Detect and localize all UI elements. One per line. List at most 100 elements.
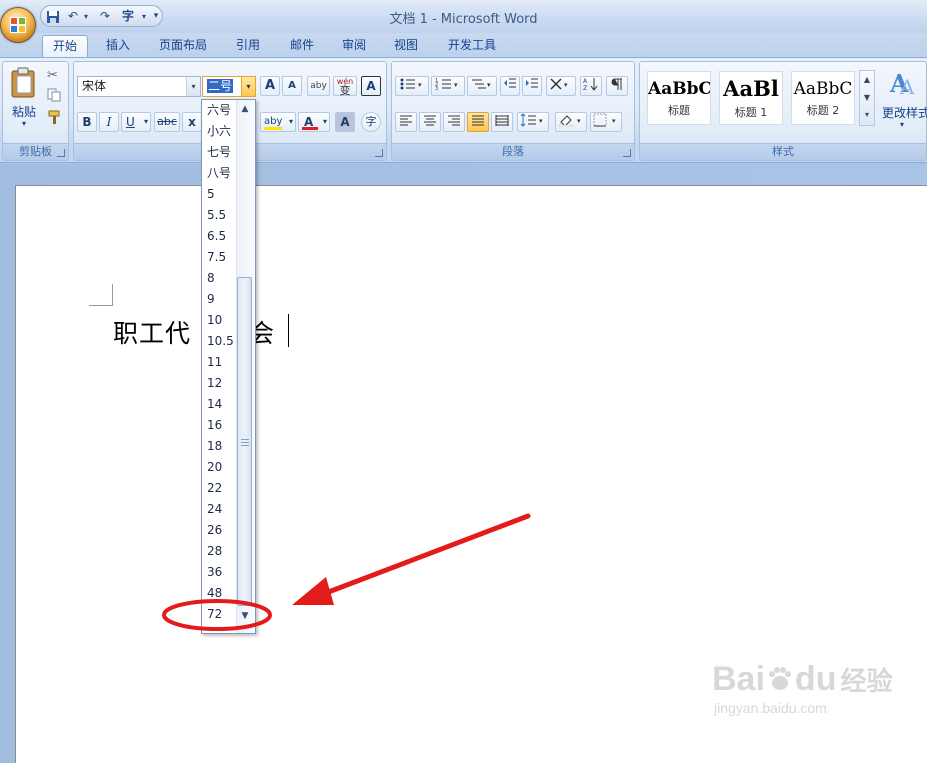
styles-scroll-down-icon[interactable]: ▼ xyxy=(860,89,874,107)
distributed-button[interactable] xyxy=(491,112,513,132)
styles-gallery-scroll[interactable]: ▲ ▼ ▾ xyxy=(859,70,875,126)
tab-view[interactable]: 视图 xyxy=(384,35,428,58)
undo-dropdown-icon[interactable]: ▾ xyxy=(81,8,91,25)
subscript-button[interactable]: x xyxy=(182,112,202,132)
font-size-option[interactable]: 24 xyxy=(205,499,238,520)
highlight-dropdown-icon[interactable]: ▾ xyxy=(289,113,293,131)
increase-indent-button[interactable] xyxy=(522,76,542,96)
tab-page-layout[interactable]: 页面布局 xyxy=(150,35,216,58)
scroll-up-arrow-icon[interactable]: ▲ xyxy=(236,101,254,117)
show-paragraph-marks-button[interactable] xyxy=(606,76,628,96)
font-size-option[interactable]: 28 xyxy=(205,541,238,562)
italic-button[interactable]: I xyxy=(99,112,119,132)
line-spacing-button[interactable]: ▾ xyxy=(517,112,549,132)
font-size-option[interactable]: 18 xyxy=(205,436,238,457)
align-right-button[interactable] xyxy=(443,112,465,132)
change-styles-button[interactable]: AA 更改样式 ▾ xyxy=(880,66,927,136)
font-name-dropdown-icon[interactable]: ▾ xyxy=(186,77,200,96)
tab-review[interactable]: 审阅 xyxy=(332,35,376,58)
font-size-option[interactable]: 小六 xyxy=(205,121,238,142)
paste-button[interactable]: 粘贴 ▾ xyxy=(6,65,42,128)
scroll-down-arrow-icon[interactable]: ▼ xyxy=(236,608,254,624)
font-name-combo[interactable]: 宋体 ▾ xyxy=(77,76,201,97)
sort-button[interactable]: AZ xyxy=(580,76,602,96)
undo-icon[interactable]: ↶ xyxy=(65,8,81,25)
office-button[interactable] xyxy=(0,7,36,43)
style-heading-2-sample: AaBbC xyxy=(793,79,853,99)
align-center-button[interactable] xyxy=(419,112,441,132)
font-size-option[interactable]: 六号 xyxy=(205,100,238,121)
font-size-option[interactable]: 11 xyxy=(205,352,238,373)
tab-references[interactable]: 引用 xyxy=(226,35,270,58)
save-icon[interactable] xyxy=(45,8,61,25)
underline-button[interactable]: U ▾ xyxy=(121,112,151,132)
styles-more-icon[interactable]: ▾ xyxy=(860,107,874,123)
customize-toolbar-icon[interactable]: ▾ xyxy=(151,8,161,25)
spelling-icon[interactable]: 字 xyxy=(119,8,137,25)
redo-icon[interactable]: ↷ xyxy=(97,8,113,25)
shrink-font-button[interactable]: A xyxy=(282,76,302,96)
highlight-label: aby xyxy=(264,116,283,127)
paste-dropdown-icon[interactable]: ▾ xyxy=(6,119,42,128)
font-size-option[interactable]: 14 xyxy=(205,394,238,415)
underline-dropdown-icon[interactable]: ▾ xyxy=(144,113,148,131)
strikethrough-button[interactable]: abc xyxy=(154,112,180,132)
font-color-button[interactable]: A ▾ xyxy=(298,112,330,132)
font-size-option[interactable]: 9 xyxy=(205,289,238,310)
format-painter-icon[interactable] xyxy=(47,109,65,125)
phonetic-guide-button[interactable]: wén 变 xyxy=(333,76,357,96)
font-size-option[interactable]: 20 xyxy=(205,457,238,478)
highlight-button[interactable]: aby ▾ xyxy=(260,112,296,132)
font-size-option[interactable]: 16 xyxy=(205,415,238,436)
font-size-option[interactable]: 6.5 xyxy=(205,226,238,247)
decrease-indent-button[interactable] xyxy=(500,76,520,96)
multilevel-list-button[interactable]: ▾ xyxy=(467,76,497,96)
numbering-button[interactable]: 1 2 3 ▾ xyxy=(431,76,465,96)
font-size-option[interactable]: 22 xyxy=(205,478,238,499)
font-size-option[interactable]: 72 xyxy=(205,604,238,625)
change-styles-dropdown-icon[interactable]: ▾ xyxy=(900,120,904,129)
style-heading-2[interactable]: AaBbC 标题 2 xyxy=(791,71,855,125)
tab-mailings[interactable]: 邮件 xyxy=(280,35,324,58)
font-size-option[interactable]: 12 xyxy=(205,373,238,394)
tab-developer[interactable]: 开发工具 xyxy=(440,35,504,58)
font-size-dropdown-icon[interactable]: ▾ xyxy=(241,77,255,96)
font-size-option[interactable]: 26 xyxy=(205,520,238,541)
font-launcher-icon[interactable] xyxy=(375,149,383,157)
font-size-option[interactable]: 七号 xyxy=(205,142,238,163)
borders-button[interactable]: ▾ xyxy=(590,112,622,132)
font-size-option[interactable]: 八号 xyxy=(205,163,238,184)
clear-formatting-button[interactable]: aby xyxy=(307,76,330,96)
spelling-dropdown-icon[interactable]: ▾ xyxy=(139,8,149,25)
style-title[interactable]: AaBbC 标题 xyxy=(647,71,711,125)
shading-button[interactable]: ▾ xyxy=(555,112,587,132)
font-size-option[interactable]: 10.5 xyxy=(205,331,238,352)
bullets-button[interactable]: ▾ xyxy=(395,76,429,96)
font-color-dropdown-icon[interactable]: ▾ xyxy=(323,113,327,131)
style-heading-1[interactable]: AaBl 标题 1 xyxy=(719,71,783,125)
copy-icon[interactable] xyxy=(47,88,63,104)
font-size-combo[interactable]: 二号 ▾ xyxy=(202,76,256,97)
font-size-option[interactable]: 7.5 xyxy=(205,247,238,268)
font-size-option[interactable]: 48 xyxy=(205,583,238,604)
character-border-button[interactable]: A xyxy=(361,76,381,96)
font-size-scroll-thumb[interactable] xyxy=(237,277,252,606)
tab-home[interactable]: 开始 xyxy=(42,35,88,58)
tab-insert[interactable]: 插入 xyxy=(96,35,140,58)
align-left-button[interactable] xyxy=(395,112,417,132)
justify-button[interactable] xyxy=(467,112,489,132)
character-shading-button[interactable]: A xyxy=(335,112,355,132)
grow-font-button[interactable]: A xyxy=(260,76,280,96)
styles-scroll-up-icon[interactable]: ▲ xyxy=(860,71,874,89)
font-size-option[interactable]: 36 xyxy=(205,562,238,583)
enclose-characters-button[interactable]: 字 xyxy=(361,112,381,132)
clipboard-launcher-icon[interactable] xyxy=(57,149,65,157)
chinese-layout-button[interactable]: ▾ xyxy=(546,76,576,96)
bold-button[interactable]: B xyxy=(77,112,97,132)
font-size-option[interactable]: 10 xyxy=(205,310,238,331)
cut-icon[interactable]: ✂ xyxy=(47,68,63,84)
font-size-option[interactable]: 5 xyxy=(205,184,238,205)
font-size-option[interactable]: 5.5 xyxy=(205,205,238,226)
paragraph-launcher-icon[interactable] xyxy=(623,149,631,157)
font-size-option[interactable]: 8 xyxy=(205,268,238,289)
